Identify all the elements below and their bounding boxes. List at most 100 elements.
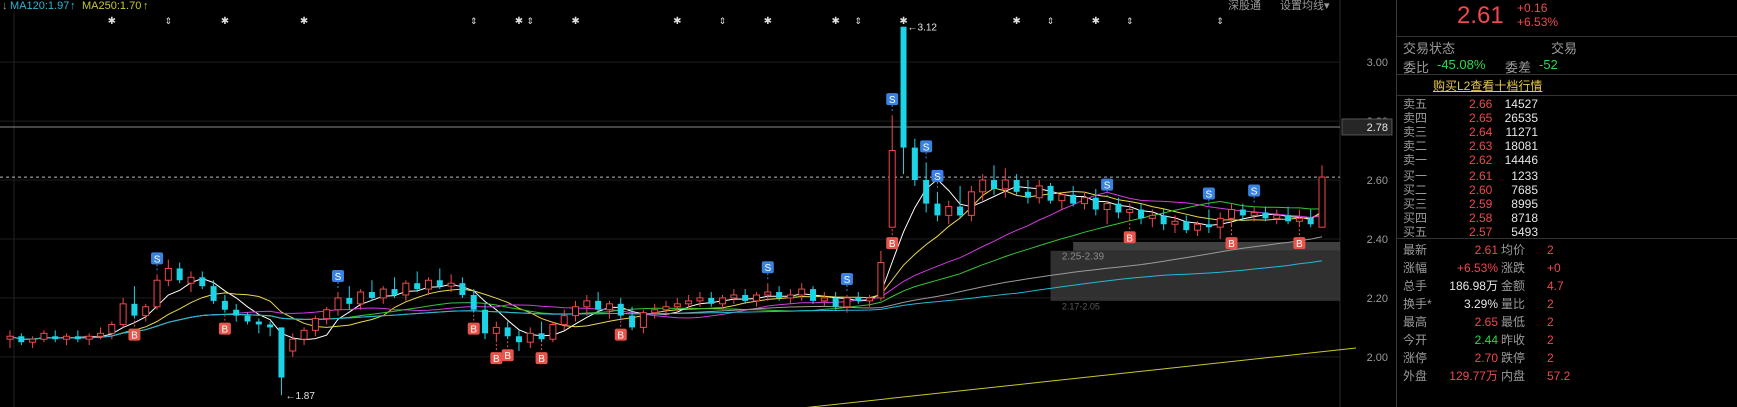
candle-body [1285,215,1292,222]
candle-body [538,333,545,340]
buy-signal-text: B [1296,239,1303,250]
book-volume: 7685 [1511,183,1538,197]
candle-body [1058,194,1066,202]
bid-row[interactable]: 买三 2.59 8995 [1397,197,1737,211]
book-level-label: 卖五 [1403,97,1428,111]
y-tick-label: 2.20 [1367,293,1388,305]
candle-body [255,321,262,325]
stat-label: 均价 [1501,243,1526,257]
l2-upgrade-link[interactable]: 购买L2查看十档行情 [1433,77,1542,94]
candle-body [1273,214,1281,219]
candle-body [730,294,738,299]
book-level-label: 卖一 [1403,153,1428,167]
candle-body [1295,217,1303,222]
candle-body [810,289,817,301]
stat-value: +6.53% [1456,261,1498,275]
kline-chart[interactable]: 3.002.802.602.402.202.002.782.25-2.392.1… [0,0,1396,407]
stat-value: 2 [1547,351,1554,365]
buy-signal-text: B [889,239,896,250]
candle-body [877,262,885,299]
high-price-label: ←3.12 [908,23,938,34]
sell-signal-text: S [154,254,161,265]
kline-chart-panel[interactable]: 3.002.802.602.402.202.002.782.25-2.392.1… [0,0,1396,407]
event-tick-icon: ⇕ [1216,16,1224,26]
bid-row[interactable]: 买五 2.57 5493 [1397,225,1737,239]
candle-body [572,306,580,317]
candle-body [752,294,760,302]
candle-body [424,279,432,290]
quote-panel: 2.61 +0.16 +6.53% 交易状态 交易 委比 -45.08% 委差 … [1396,0,1737,407]
candle-body [888,150,896,228]
ma-settings-button[interactable]: 设置均线▾ [1280,0,1330,12]
y-tick-label: 2.00 [1367,352,1388,364]
candle-body [176,268,183,281]
stat-row: 今开 2.44 昨收 2 [1397,332,1737,348]
stat-value: 2 [1547,315,1554,329]
deep-connect-button[interactable]: 深股通 [1228,0,1261,12]
ask-row[interactable]: 卖五 2.66 14527 [1397,97,1737,111]
candle-body [617,303,624,316]
ask-row[interactable]: 卖二 2.63 18081 [1397,139,1737,153]
stat-value: 2.61 [1474,243,1498,257]
sell-signal-text: S [923,142,930,153]
candle-body [244,315,251,322]
chevron-down-icon: ▾ [1324,0,1330,12]
stat-value: 2 [1547,243,1554,257]
ask-row[interactable]: 卖四 2.65 26535 [1397,111,1737,125]
book-price: 2.62 [1469,153,1493,167]
candle-body [210,286,217,301]
divider [1397,36,1737,37]
ask-row[interactable]: 卖一 2.62 14446 [1397,153,1737,167]
candle-body [96,332,104,337]
candle-body [187,276,195,284]
candle-body [945,206,953,216]
candle-body [1160,215,1167,225]
cost-range-label: 2.25-2.39 [1062,252,1105,263]
candle-body [967,191,975,216]
buy-signal-text: B [493,354,500,365]
book-price: 2.59 [1469,197,1493,211]
sell-signal-text: S [764,263,771,274]
book-level-label: 卖二 [1403,139,1428,153]
divider [1397,74,1737,75]
candle-body [1228,209,1236,219]
candle-body [233,309,240,316]
book-level-label: 卖四 [1403,111,1428,125]
candle-body [673,303,681,308]
bid-row[interactable]: 买二 2.60 7685 [1397,183,1737,197]
candle-body [1103,203,1111,210]
weicha-value: -52 [1539,57,1558,72]
stat-value: 3.29% [1463,297,1498,311]
stat-label: 涨停 [1403,351,1428,365]
ask-row[interactable]: 卖三 2.64 11271 [1397,125,1737,139]
candle-body [1001,179,1009,190]
divider [1397,95,1737,96]
book-price: 2.58 [1469,211,1493,225]
event-tick-icon: ⇕ [855,16,863,26]
stat-row: 换手* 3.29% 量比 2 [1397,296,1737,312]
candle-body [991,180,997,189]
price-change-pct: +6.53% [1517,15,1559,29]
candle-body [742,294,749,301]
stat-label: 今开 [1403,333,1428,347]
bid-row[interactable]: 买四 2.58 8718 [1397,211,1737,225]
y-tick-label: 2.60 [1367,175,1388,187]
ma-settings-label: 设置均线 [1280,0,1324,12]
buy-signal-text: B [538,354,545,365]
event-star-icon: ✱ [1012,16,1020,27]
candle-body [595,300,602,310]
candle-body [866,297,874,302]
stat-label: 最高 [1403,315,1428,329]
last-price: 2.61 [1457,2,1504,29]
buy-signal-text: B [470,325,477,336]
candle-body [482,309,489,334]
buy-signal-text: B [1126,233,1133,244]
candle-body [526,332,534,343]
candle-body [52,336,59,340]
candle-body [957,206,964,216]
bid-row[interactable]: 买一 2.61 1233 [1397,169,1737,183]
candle-body [6,335,14,340]
book-volume: 14527 [1504,97,1538,111]
collapse-arrow-icon[interactable]: ↓ [2,0,8,12]
price-tag-label: 2.78 [1367,122,1388,134]
